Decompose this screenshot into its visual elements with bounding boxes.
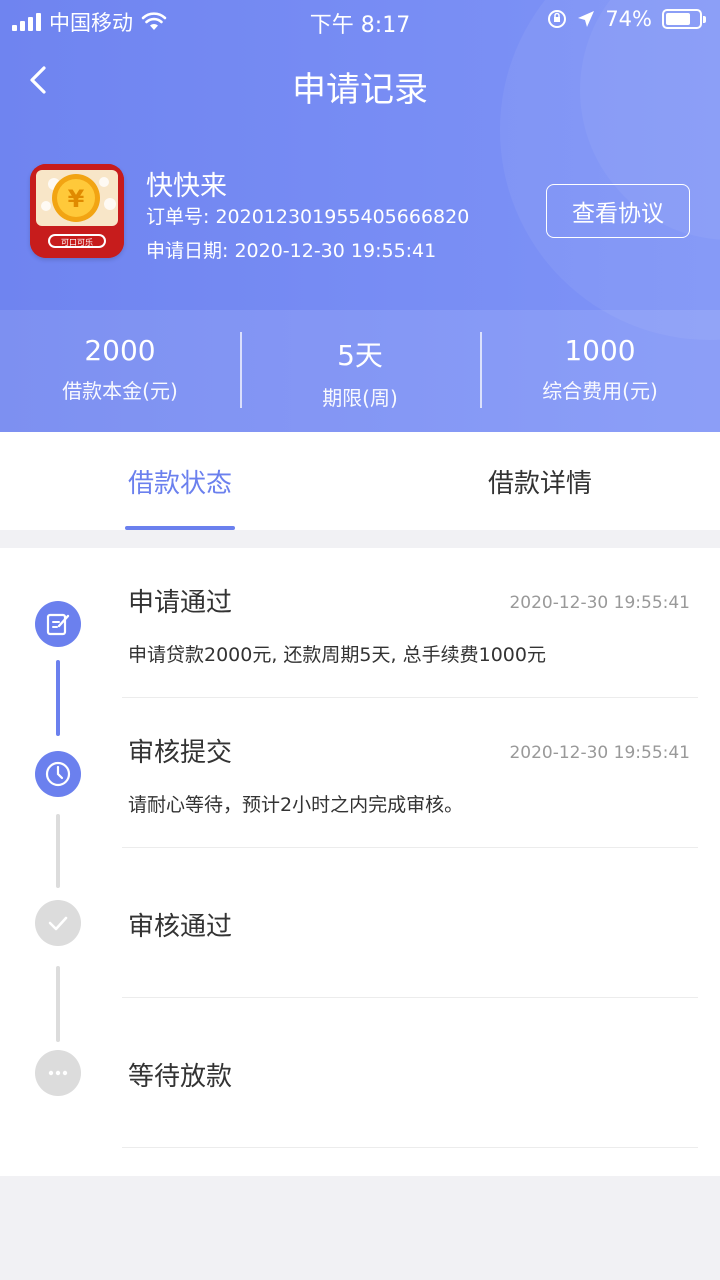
- rotation-lock-icon: [548, 10, 567, 28]
- stat-label: 期限(周): [322, 386, 398, 410]
- tab-loan-details[interactable]: 借款详情: [360, 432, 720, 530]
- stat-value: 1000: [564, 334, 636, 367]
- step-dot: [35, 751, 81, 797]
- step-description: 请耐心等待，预计2小时之内完成审核。: [128, 794, 464, 816]
- step-title: 等待放款: [128, 1062, 233, 1092]
- coin-logo-icon: ¥ 可口可乐: [30, 164, 124, 258]
- loan-summary: 2000 借款本金(元) 5天 期限(周) 1000 综合费用(元): [0, 310, 720, 432]
- tab-bar: 借款状态 借款详情: [0, 432, 720, 530]
- stat-fee: 1000 综合费用(元): [480, 310, 720, 432]
- header-banner: 中国移动 下午 8:17 74% 申请记录 ¥ 可口可乐 快快来 订单号: 20…: [0, 0, 720, 432]
- nav-bar: 申请记录: [0, 52, 720, 122]
- more-icon: [48, 1070, 68, 1076]
- battery-icon: [662, 9, 706, 29]
- svg-text:可口可乐: 可口可乐: [61, 237, 93, 247]
- location-arrow-icon: [578, 11, 595, 27]
- stat-label: 综合费用(元): [542, 379, 658, 403]
- battery-percent: 74%: [605, 7, 652, 31]
- stat-term: 5天 期限(周): [240, 310, 480, 432]
- step-time: 2020-12-30 19:55:41: [509, 743, 690, 763]
- app-info: ¥ 可口可乐 快快来 订单号: 202012301955405666820 申请…: [30, 164, 690, 264]
- view-agreement-button[interactable]: 查看协议: [546, 184, 690, 238]
- step-title: 申请通过: [128, 588, 233, 618]
- edit-icon: [46, 613, 70, 636]
- step-title: 审核提交: [128, 738, 233, 768]
- step-dot: [35, 1050, 81, 1096]
- page-title: 申请记录: [292, 70, 428, 110]
- step-time: 2020-12-30 19:55:41: [509, 593, 690, 613]
- timeline-step: 审核通过: [0, 848, 720, 998]
- check-icon: [48, 916, 68, 931]
- status-bar: 中国移动 下午 8:17 74%: [0, 0, 720, 40]
- clock-icon: [45, 761, 71, 787]
- svg-text:¥: ¥: [68, 185, 85, 213]
- order-number: 订单号: 202012301955405666820: [146, 206, 470, 228]
- stat-value: 5天: [337, 339, 383, 372]
- app-name: 快快来: [146, 171, 227, 202]
- step-dot: [35, 601, 81, 647]
- timeline-step: 申请通过 2020-12-30 19:55:41 申请贷款2000元, 还款周期…: [0, 548, 720, 698]
- step-dot: [35, 900, 81, 946]
- status-timeline: 申请通过 2020-12-30 19:55:41 申请贷款2000元, 还款周期…: [0, 548, 720, 1176]
- step-description: 申请贷款2000元, 还款周期5天, 总手续费1000元: [128, 644, 546, 666]
- stat-value: 2000: [84, 334, 156, 367]
- stat-label: 借款本金(元): [62, 379, 178, 403]
- timeline-step: 等待放款: [0, 998, 720, 1148]
- stat-principal: 2000 借款本金(元): [0, 310, 240, 432]
- tab-loan-status[interactable]: 借款状态: [0, 432, 360, 530]
- timeline-step: 审核提交 2020-12-30 19:55:41 请耐心等待，预计2小时之内完成…: [0, 698, 720, 848]
- step-title: 审核通过: [128, 912, 233, 942]
- divider: [122, 1147, 698, 1148]
- apply-date: 申请日期: 2020-12-30 19:55:41: [146, 240, 437, 262]
- app-logo: ¥ 可口可乐: [30, 164, 124, 258]
- battery-fill: [666, 13, 690, 25]
